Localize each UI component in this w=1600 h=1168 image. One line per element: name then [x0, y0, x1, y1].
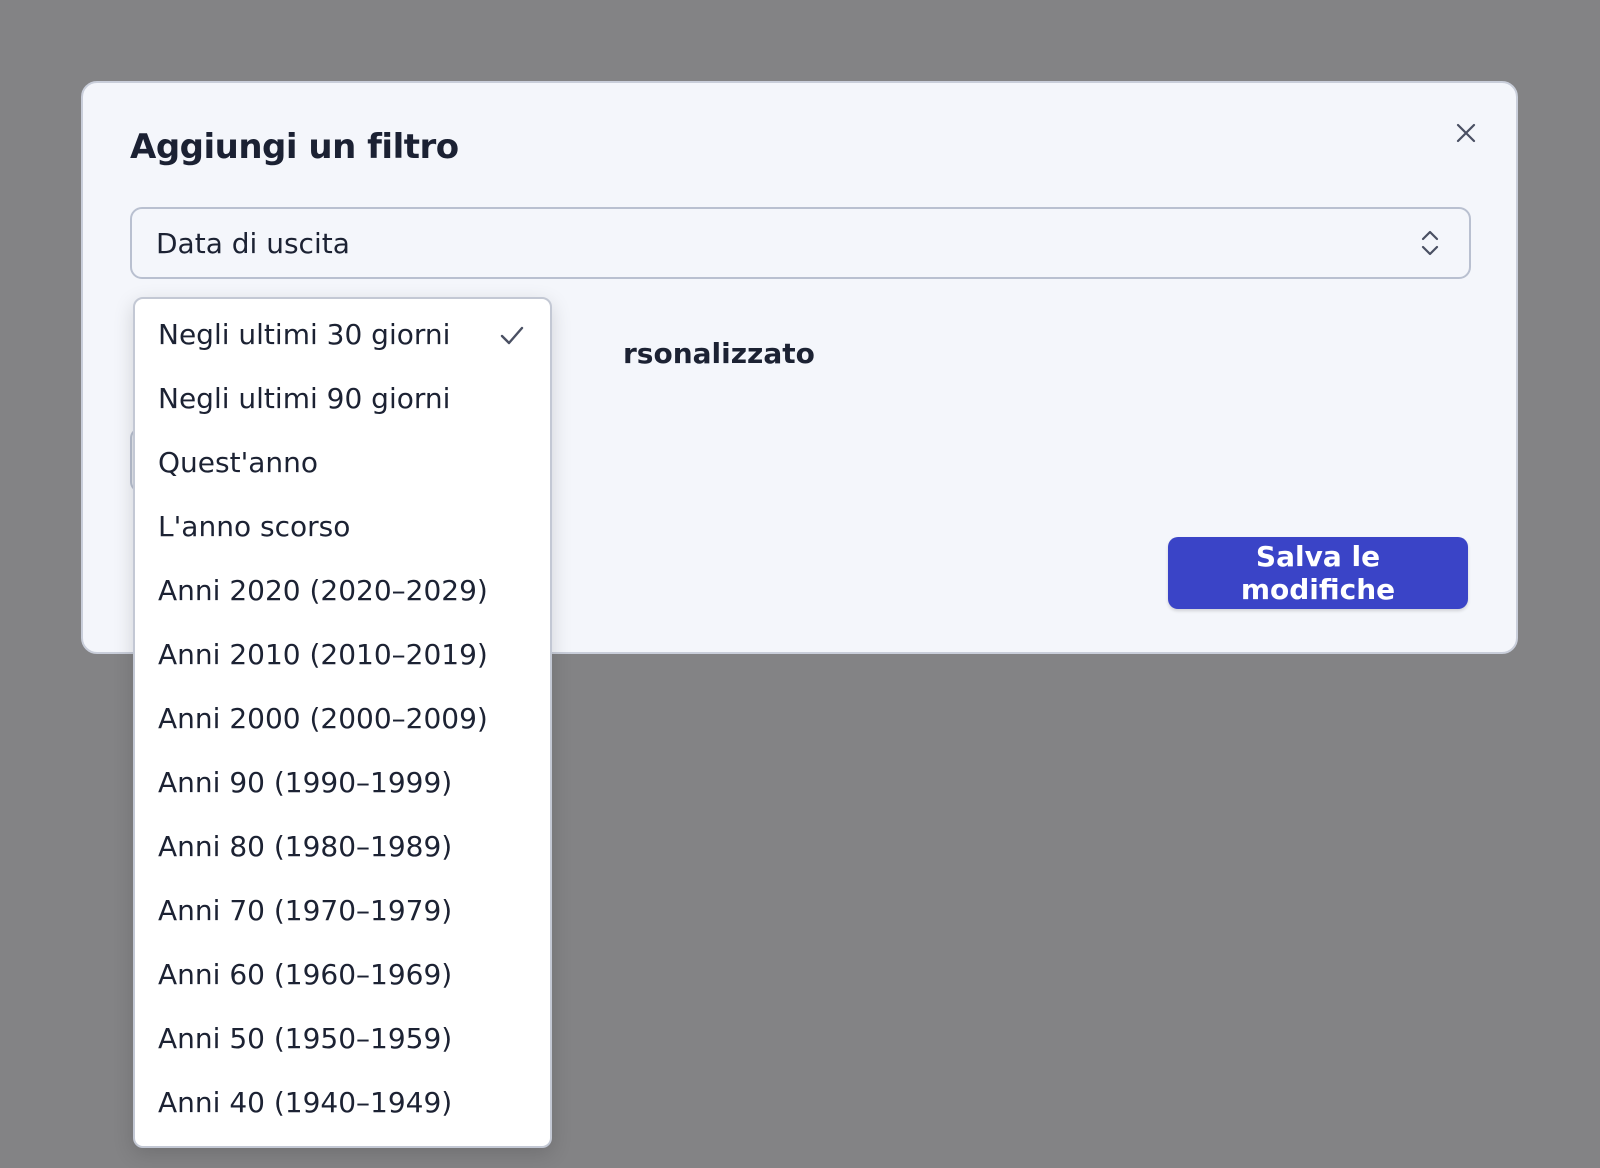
save-button[interactable]: Salva le modifiche: [1168, 537, 1468, 609]
dropdown-option-label: Negli ultimi 30 giorni: [158, 318, 451, 351]
dropdown-option[interactable]: Negli ultimi 90 giorni: [135, 367, 550, 431]
dropdown-option-label: Negli ultimi 90 giorni: [158, 382, 451, 415]
dropdown-option-label: Anni 60 (1960–1969): [158, 958, 453, 991]
date-range-dropdown: Negli ultimi 30 giorni Negli ultimi 90 gi…: [133, 297, 552, 1148]
dropdown-option-label: L'anno scorso: [158, 510, 351, 543]
dropdown-option-label: Quest'anno: [158, 446, 319, 479]
dropdown-option-label: Anni 90 (1990–1999): [158, 766, 453, 799]
close-icon: [1456, 123, 1476, 143]
dropdown-option[interactable]: Anni 50 (1950–1959): [135, 1007, 550, 1071]
dropdown-option-label: Anni 70 (1970–1979): [158, 894, 453, 927]
field-select[interactable]: Data di uscita: [130, 207, 1471, 279]
dropdown-option[interactable]: L'anno scorso: [135, 495, 550, 559]
dropdown-option[interactable]: Anni 2020 (2020–2029): [135, 559, 550, 623]
dropdown-option[interactable]: Anni 2010 (2010–2019): [135, 623, 550, 687]
close-button[interactable]: [1446, 113, 1486, 153]
options-list: Negli ultimi 30 giorni Negli ultimi 90 gi…: [135, 303, 550, 1135]
dropdown-option[interactable]: Anni 80 (1980–1989): [135, 815, 550, 879]
dropdown-option[interactable]: Anni 60 (1960–1969): [135, 943, 550, 1007]
custom-option-label[interactable]: rsonalizzato: [623, 337, 815, 370]
dropdown-option[interactable]: Anni 2000 (2000–2009): [135, 687, 550, 751]
dropdown-option-label: Anni 50 (1950–1959): [158, 1022, 453, 1055]
dropdown-option-label: Anni 2000 (2000–2009): [158, 702, 488, 735]
dropdown-option[interactable]: Quest'anno: [135, 431, 550, 495]
dropdown-option-label: Anni 2010 (2010–2019): [158, 638, 488, 671]
dropdown-option[interactable]: Anni 90 (1990–1999): [135, 751, 550, 815]
chevron-up-down-icon: [1421, 230, 1439, 256]
dropdown-option[interactable]: Anni 70 (1970–1979): [135, 879, 550, 943]
dropdown-option-label: Anni 2020 (2020–2029): [158, 574, 488, 607]
dropdown-option-label: Anni 80 (1980–1989): [158, 830, 453, 863]
check-icon: [500, 326, 524, 345]
field-select-value: Data di uscita: [156, 226, 350, 260]
dropdown-option-label: Anni 40 (1940–1949): [158, 1086, 453, 1119]
dropdown-option[interactable]: Anni 40 (1940–1949): [135, 1071, 550, 1135]
dialog-title: Aggiungi un filtro: [130, 127, 459, 167]
dropdown-option[interactable]: Negli ultimi 30 giorni: [135, 303, 550, 367]
